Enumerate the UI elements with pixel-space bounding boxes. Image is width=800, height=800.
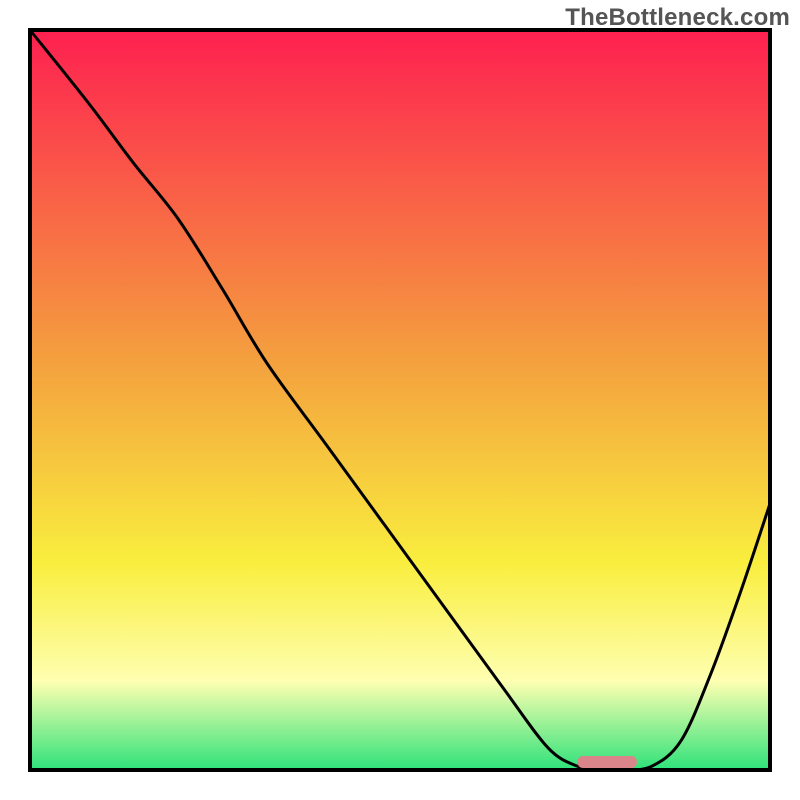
gradient-background [30, 30, 770, 770]
bottleneck-chart [0, 0, 800, 800]
chart-root: { "watermark": "TheBottleneck.com", "col… [0, 0, 800, 800]
optimum-marker [578, 756, 637, 768]
